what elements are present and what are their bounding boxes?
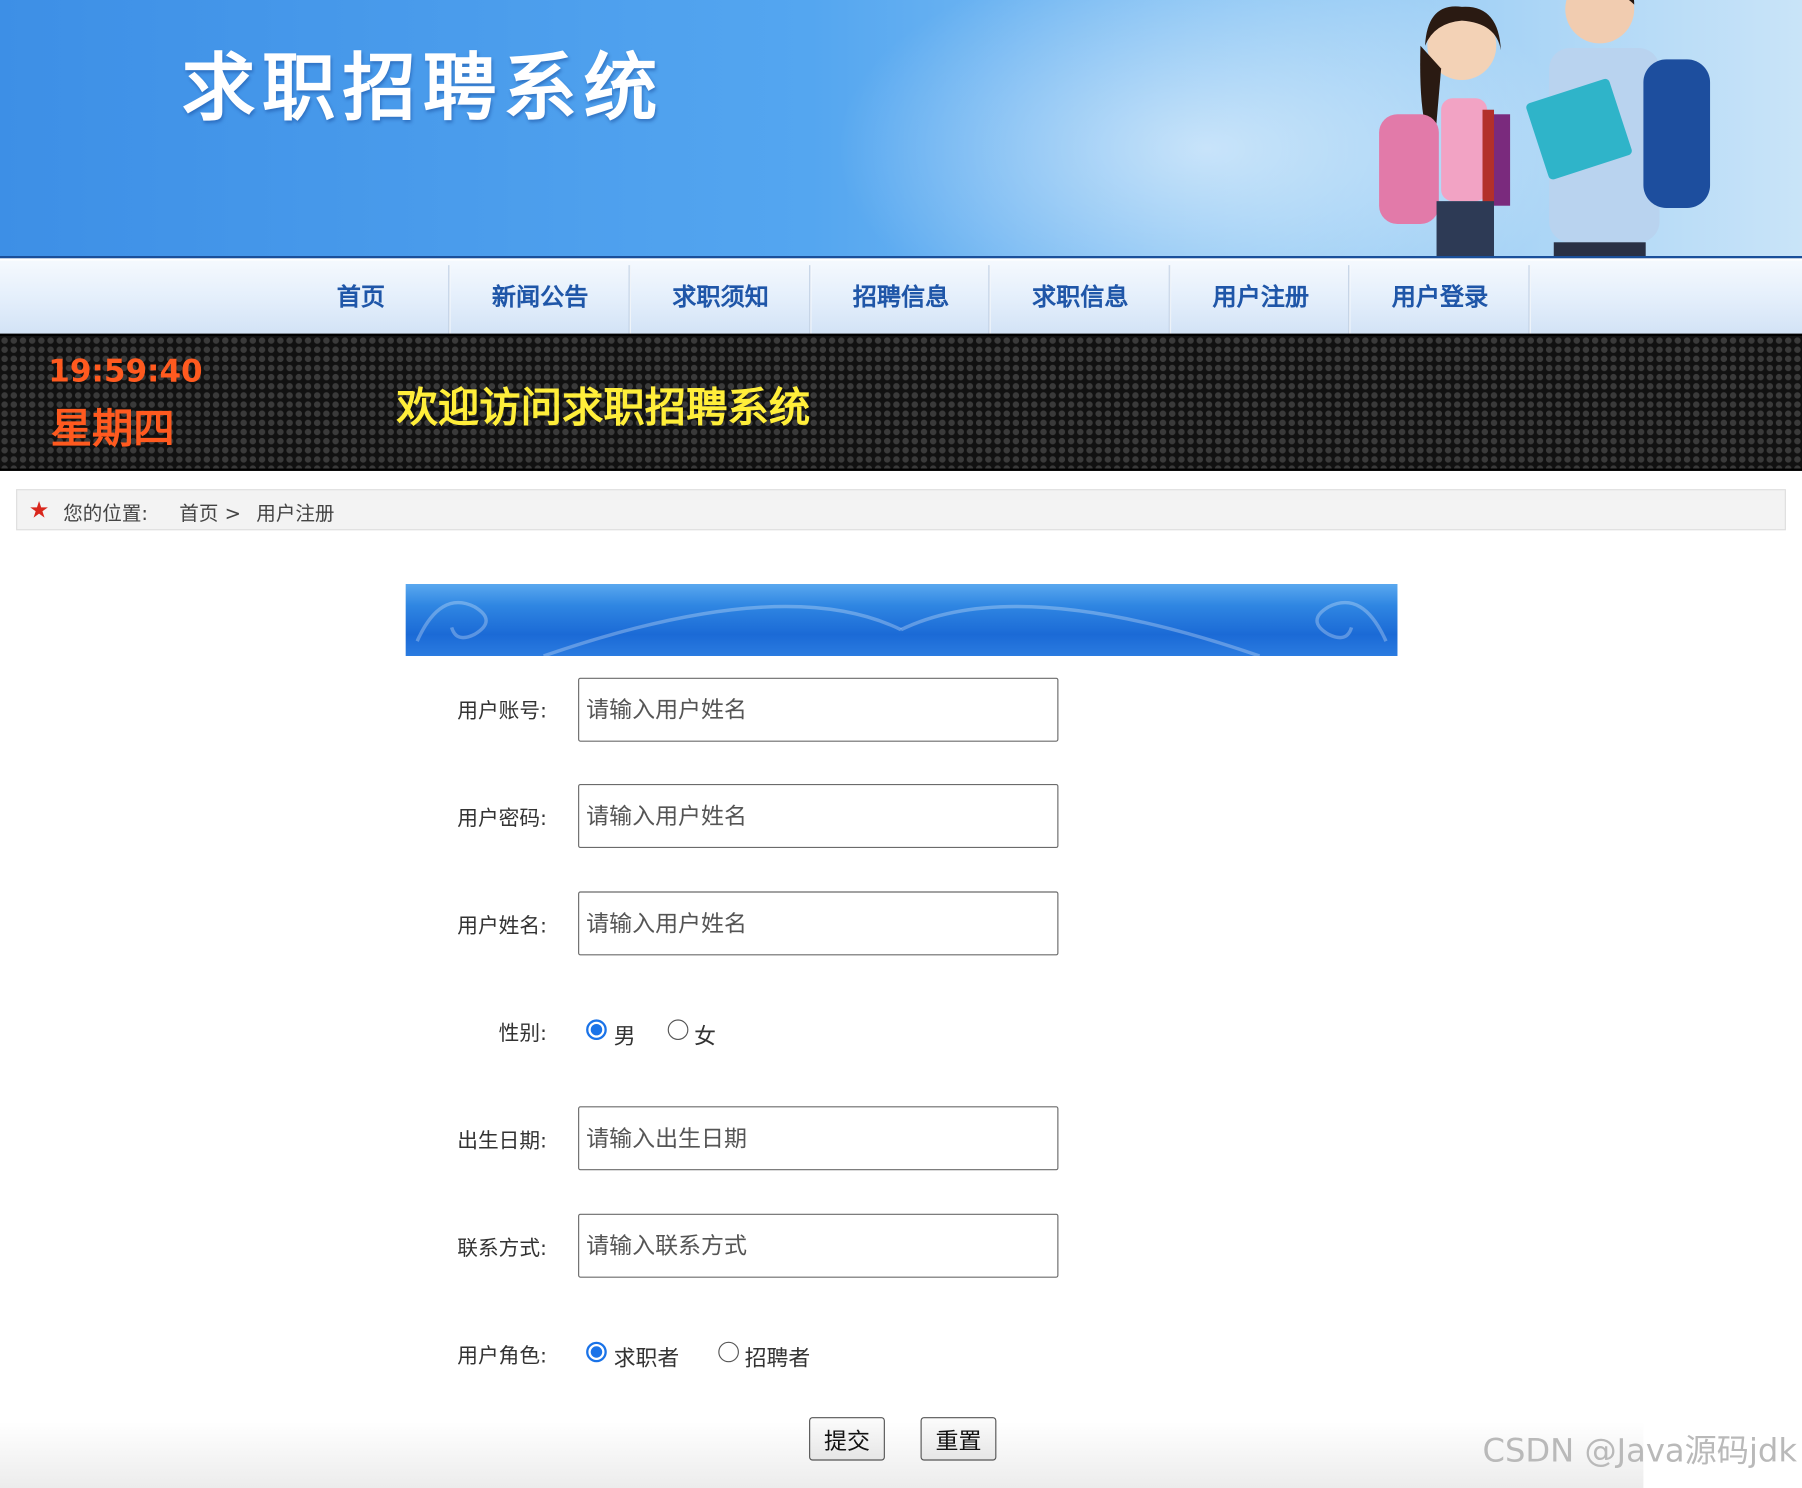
banner-ornament	[415, 601, 1388, 656]
reset-button[interactable]: 重置	[920, 1417, 997, 1461]
clock-weekday: 星期四	[50, 405, 175, 453]
header-banner: 求职招聘系统	[0, 0, 1802, 256]
role-recruiter-radio[interactable]	[718, 1341, 739, 1363]
nav-job-seeking[interactable]: 求职信息	[991, 261, 1170, 334]
gender-female-radio[interactable]	[667, 1019, 689, 1040]
account-label: 用户账号:	[457, 699, 548, 724]
breadcrumb: ★ 您的位置: 首页 > 用户注册	[16, 489, 1786, 531]
gender-male-radio[interactable]	[586, 1019, 607, 1040]
gender-female-label: 女	[694, 1023, 716, 1050]
role-recruiter-label: 招聘者	[744, 1346, 811, 1372]
nav-home[interactable]: 首页	[271, 261, 450, 334]
name-label: 用户姓名:	[457, 914, 548, 939]
site-title: 求职招聘系统	[181, 46, 665, 132]
contact-label: 联系方式:	[457, 1236, 548, 1261]
gender-male-label: 男	[613, 1023, 636, 1050]
birthdate-label: 出生日期:	[457, 1129, 548, 1154]
main-nav: 首页 新闻公告 求职须知 招聘信息 求职信息 用户注册 用户登录	[0, 260, 1802, 334]
role-jobseeker-label: 求职者	[613, 1346, 680, 1372]
led-ticker: 19:59:40 星期四 欢迎访问求职招聘系统	[0, 333, 1802, 471]
csdn-watermark: CSDN @Java源码jdk	[1482, 1431, 1798, 1470]
nav-login[interactable]: 用户登录	[1350, 261, 1529, 334]
nav-separator	[1528, 265, 1531, 334]
nav-news[interactable]: 新闻公告	[450, 261, 629, 334]
role-jobseeker-radio[interactable]	[586, 1341, 607, 1363]
gender-label: 性别:	[498, 1021, 548, 1046]
breadcrumb-home-link[interactable]: 首页 >	[179, 497, 241, 526]
contact-input[interactable]	[578, 1213, 1059, 1278]
form-banner	[405, 583, 1398, 656]
students-illustration	[1379, 0, 1711, 256]
star-icon: ★	[28, 495, 50, 524]
breadcrumb-current: 用户注册	[256, 502, 335, 526]
breadcrumb-prefix: 您的位置:	[63, 502, 148, 526]
nav-recruitment[interactable]: 招聘信息	[811, 261, 990, 334]
password-label: 用户密码:	[457, 806, 548, 831]
submit-button[interactable]: 提交	[809, 1417, 885, 1461]
clock-time: 19:59:40	[48, 354, 203, 390]
password-input[interactable]	[578, 783, 1059, 848]
account-input[interactable]	[578, 677, 1059, 742]
page: 求职招聘系统 首页 新闻公告 求职须知 招聘信息 求职信息 用户注册 用户登录 …	[0, 0, 1802, 1488]
nav-job-guide[interactable]: 求职须知	[631, 261, 810, 334]
welcome-message: 欢迎访问求职招聘系统	[396, 385, 811, 432]
role-label: 用户角色:	[457, 1343, 548, 1368]
nav-register[interactable]: 用户注册	[1171, 261, 1350, 334]
birthdate-input[interactable]	[578, 1106, 1059, 1171]
name-input[interactable]	[578, 891, 1059, 956]
